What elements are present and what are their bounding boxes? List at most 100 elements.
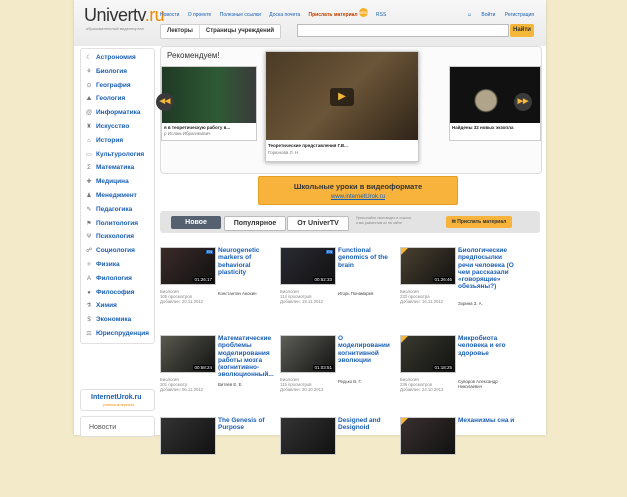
school-lessons-banner[interactable]: Школьные уроки в видеоформате www.intern… [258, 176, 458, 205]
video-title[interactable]: Functional genomics of the brain [338, 247, 396, 269]
video-thumbnail[interactable] [280, 417, 336, 455]
video-title[interactable]: Математические проблемы моделирования ра… [218, 335, 276, 379]
tab-lecturers[interactable]: Лекторы [161, 25, 200, 38]
sidebar-item-category[interactable]: Ψ Психология [85, 230, 150, 244]
sidebar-item-category[interactable]: ☍ Социология [85, 244, 150, 258]
sidebar-item-category[interactable]: ✎ Педагогика [85, 203, 150, 217]
sidebar-item-category[interactable]: ⚛ Физика [85, 258, 150, 272]
nav-rss[interactable]: RSS [376, 12, 386, 18]
sidebar-item-category[interactable]: A Филология [85, 272, 150, 286]
sidebar-item-category[interactable]: ● Философия [85, 286, 150, 300]
video-card[interactable]: Designed and Designoid [280, 417, 400, 497]
featured-corner-icon [401, 248, 409, 256]
category-label: Филология [96, 274, 132, 282]
video-author[interactable]: Витяев Е. Е. [218, 382, 276, 387]
tab-new[interactable]: Новое [171, 216, 221, 229]
video-card[interactable]: 01:18:25 Микробиота человека и его здоров… [400, 335, 520, 415]
sidebar-item-category[interactable]: @ Информатика [85, 106, 150, 120]
internet-urok-banner[interactable]: InternetUrok.ru учиться интересно! [80, 389, 155, 411]
login-link[interactable]: ☺ Войти [459, 12, 496, 18]
sidebar-item-category[interactable]: ⚗ Химия [85, 299, 150, 313]
slide-author: р Ислам Ибрагимович [164, 131, 211, 136]
sidebar-item-category[interactable]: ☾ Астрономия [85, 51, 150, 65]
carousel-next-button[interactable]: ▶▶ [514, 93, 532, 111]
tab-univertv[interactable]: От UniverTV [287, 216, 349, 231]
video-card[interactable]: EN 01:26:17 Neurogenetic markers of behavi… [160, 247, 280, 327]
video-thumbnail[interactable]: 01:03:51 [280, 335, 336, 373]
video-title[interactable]: The Genesis of Purpose [218, 417, 276, 432]
video-meta: Биология 201 просмотр Добавлен: 06.11.2012 [160, 377, 203, 392]
video-tabbar: Новое Популярное От UniverTV Присылайте … [160, 211, 540, 233]
subtabs: Лекторы Страницы учреждений [160, 24, 282, 39]
video-duration: 00:52:33 [313, 277, 333, 282]
video-card[interactable]: 01:26:46 Биологические предпосылки речи ч… [400, 247, 520, 327]
video-meta: Биология 115 просмотров Добавлен: 30.10.20… [280, 377, 323, 392]
site-logo[interactable]: Univertv.ru образовательный видеопортал [84, 5, 165, 31]
carousel-slide-center[interactable]: ▶ Теоретические представления Г.В... Гор… [265, 51, 419, 162]
video-author[interactable]: Константин Анохин [218, 291, 276, 296]
video-title[interactable]: О моделировании когнитивной эволюции [338, 335, 396, 364]
category-icon: $ [87, 317, 91, 324]
video-title[interactable]: Микробиота человека и его здоровье [458, 335, 516, 357]
video-thumbnail[interactable] [400, 417, 456, 455]
logo-main: Univertv [84, 5, 145, 25]
video-title[interactable]: Designed and Designoid [338, 417, 396, 432]
video-added: Добавлен: 06.11.2012 [160, 387, 204, 392]
slide-thumbnail [162, 67, 256, 123]
login-label: Войти [481, 12, 496, 18]
video-thumbnail[interactable]: EN 01:26:17 [160, 247, 216, 285]
search-input[interactable] [297, 24, 509, 37]
top-nav: Новости О проекте Полезные ссылки Доска … [160, 8, 393, 21]
carousel-prev-button[interactable]: ◀◀ [156, 93, 174, 111]
slide-thumbnail: ▶ [266, 52, 418, 140]
sidebar-item-category[interactable]: ⛰ Геология [85, 92, 150, 106]
register-link[interactable]: Регистрация [505, 12, 534, 18]
sidebar-item-category[interactable]: ⚑ Политология [85, 217, 150, 231]
sidebar-item-category[interactable]: $ Экономика [85, 313, 150, 327]
sidebar-item-category[interactable]: ♟ Менеджмент [85, 189, 150, 203]
video-title[interactable]: Neurogenetic markers of behavioral plast… [218, 247, 276, 276]
video-author[interactable]: Игорь Понамарев [338, 291, 396, 296]
category-label: Культурология [96, 150, 145, 158]
sidebar-item-category[interactable]: ⚖ Юриспруденция [85, 327, 150, 341]
video-card[interactable]: 00:58:24 Математические проблемы моделиро… [160, 335, 280, 415]
nav-about[interactable]: О проекте [188, 12, 212, 18]
video-card[interactable]: The Genesis of Purpose [160, 417, 280, 497]
video-author[interactable]: Суворов Александр Николаевич [458, 379, 516, 389]
video-thumbnail[interactable] [160, 417, 216, 455]
video-card[interactable]: EN 00:52:33 Functional genomics of the bra… [280, 247, 400, 327]
video-author[interactable]: Редько В. Г. [338, 379, 396, 384]
video-thumbnail[interactable]: 00:58:24 [160, 335, 216, 373]
play-icon[interactable]: ▶ [330, 88, 354, 106]
category-label: Психология [96, 233, 135, 241]
nav-news[interactable]: Новости [160, 12, 179, 18]
sidebar-item-category[interactable]: ⊙ География [85, 79, 150, 93]
video-thumbnail[interactable]: EN 00:52:33 [280, 247, 336, 285]
video-meta: Биология 105 просмотров Добавлен: 20.11.20… [160, 289, 203, 304]
nav-links[interactable]: Полезные ссылки [220, 12, 261, 18]
video-title[interactable]: Биологические предпосылки речи человека … [458, 247, 516, 291]
video-card[interactable]: Механизмы сна и [400, 417, 520, 497]
video-author[interactable]: Зорина З. А. [458, 301, 516, 306]
video-title[interactable]: Механизмы сна и [458, 417, 516, 424]
sidebar-item-category[interactable]: ✚ Медицина [85, 175, 150, 189]
send-material-button[interactable]: ✉ Прислать материал [446, 216, 512, 228]
slide-author: Горюнова Л. Н. [268, 150, 300, 155]
video-thumbnail[interactable]: 01:18:25 [400, 335, 456, 373]
sidebar-item-category[interactable]: ♜ Искусство [85, 120, 150, 134]
video-added: Добавлен: 24.10.2012 [400, 387, 444, 392]
sidebar-item-category[interactable]: ⚘ Биология [85, 65, 150, 79]
school-banner-link[interactable]: www.internetUrok.ru [259, 194, 457, 200]
nav-send-material[interactable]: Прислать материал [309, 12, 358, 18]
sidebar-item-category[interactable]: Σ Математика [85, 161, 150, 175]
video-card[interactable]: 01:03:51 О моделировании когнитивной эвол… [280, 335, 400, 415]
tab-institutions[interactable]: Страницы учреждений [200, 25, 280, 38]
tab-popular[interactable]: Популярное [224, 216, 286, 231]
video-thumbnail[interactable]: 01:26:46 [400, 247, 456, 285]
internet-urok-sub: учиться интересно! [103, 403, 135, 407]
sidebar-item-category[interactable]: ▭ Культурология [85, 148, 150, 162]
sidebar-item-category[interactable]: ⌂ История [85, 134, 150, 148]
carousel-slide-left[interactable]: я в теоретическую работу в... р Ислам Иб… [161, 66, 257, 141]
find-button[interactable]: Найти [510, 24, 534, 37]
nav-honor-board[interactable]: Доска почета [269, 12, 300, 18]
